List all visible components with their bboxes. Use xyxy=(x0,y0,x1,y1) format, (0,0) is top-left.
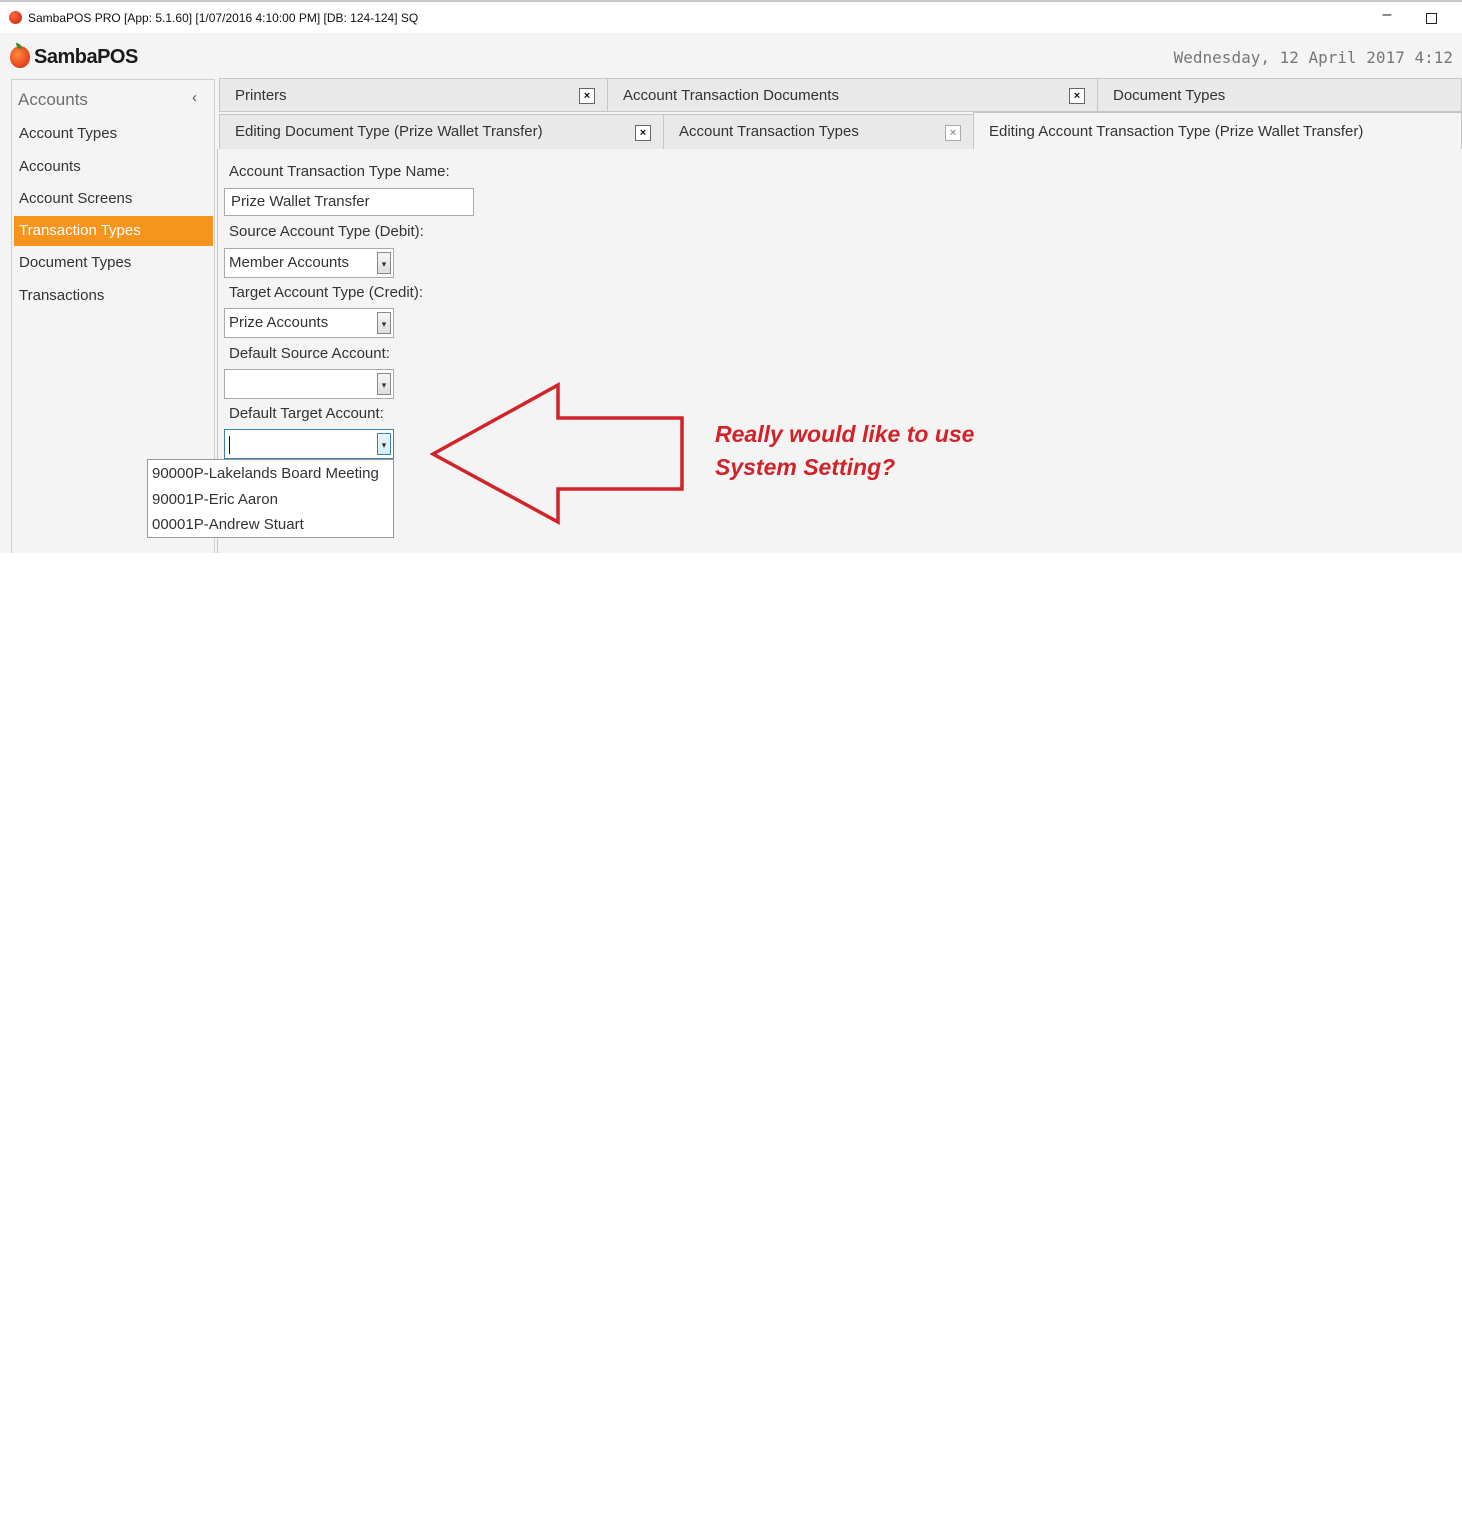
tab-editing-document-type[interactable]: Editing Document Type (Prize Wallet Tran… xyxy=(219,114,664,150)
annotation-line-1: Really would like to use xyxy=(715,421,975,447)
sidebar-item-account-types[interactable]: Account Types xyxy=(14,119,213,149)
selected-value: Prize Accounts xyxy=(229,314,329,331)
tab-label: Printers xyxy=(235,87,287,104)
name-label: Account Transaction Type Name: xyxy=(229,163,450,180)
sidebar-item-account-screens[interactable]: Account Screens xyxy=(14,184,213,214)
close-icon[interactable]: × xyxy=(635,125,651,141)
tab-label: Account Transaction Documents xyxy=(623,87,839,104)
close-icon[interactable]: × xyxy=(579,88,595,104)
chevron-down-icon[interactable]: ▾ xyxy=(377,433,391,455)
default-source-label: Default Source Account: xyxy=(229,345,390,362)
target-type-select[interactable]: Prize Accounts ▾ xyxy=(224,308,394,338)
dropdown-option[interactable]: 90000P-Lakelands Board Meeting xyxy=(152,465,379,482)
annotation-line-2: System Setting? xyxy=(715,454,896,480)
chevron-down-icon[interactable]: ▾ xyxy=(377,373,391,395)
tab-account-transaction-documents[interactable]: Account Transaction Documents × xyxy=(607,78,1098,112)
text-caret xyxy=(229,436,230,454)
tab-document-types[interactable]: Document Types xyxy=(1097,78,1462,112)
collapse-chevron-icon[interactable]: ‹ xyxy=(192,89,197,106)
chevron-down-icon[interactable]: ▾ xyxy=(377,312,391,334)
source-type-label: Source Account Type (Debit): xyxy=(229,223,424,240)
tab-printers[interactable]: Printers × xyxy=(219,78,608,112)
default-target-select[interactable]: ▾ xyxy=(224,429,394,459)
window-title-bar: SambaPOS PRO [App: 5.1.60] [1/07/2016 4:… xyxy=(0,0,1462,33)
close-icon[interactable]: × xyxy=(1069,88,1085,104)
tab-label: Account Transaction Types xyxy=(679,123,859,140)
maximize-button[interactable] xyxy=(1426,13,1437,24)
sidebar-title: Accounts xyxy=(18,90,88,109)
minimize-button[interactable]: – xyxy=(1376,6,1398,28)
dropdown-option[interactable]: 00001P-Andrew Stuart xyxy=(152,516,304,533)
sambapos-logo-icon xyxy=(10,46,30,68)
sidebar-item-transactions[interactable]: Transactions xyxy=(14,281,213,311)
window-title: SambaPOS PRO [App: 5.1.60] [1/07/2016 4:… xyxy=(28,11,419,25)
target-type-label: Target Account Type (Credit): xyxy=(229,284,423,301)
sidebar-item-document-types[interactable]: Document Types xyxy=(14,248,213,278)
tab-account-transaction-types[interactable]: Account Transaction Types × xyxy=(663,114,974,150)
tab-label: Document Types xyxy=(1113,87,1226,104)
chevron-down-icon[interactable]: ▾ xyxy=(377,252,391,274)
tab-label: Editing Account Transaction Type (Prize … xyxy=(989,123,1364,140)
logo-text: SambaPOS xyxy=(34,46,138,68)
sidebar-item-accounts[interactable]: Accounts xyxy=(14,152,213,182)
default-source-select[interactable]: ▾ xyxy=(224,369,394,399)
selected-value: Member Accounts xyxy=(229,254,350,271)
source-type-select[interactable]: Member Accounts ▾ xyxy=(224,248,394,278)
annotation-text: Really would like to use System Setting? xyxy=(715,418,974,484)
clock-display: Wednesday, 12 April 2017 4:12 xyxy=(1173,48,1453,67)
close-icon[interactable]: × xyxy=(945,125,961,141)
annotation-arrow xyxy=(430,382,684,525)
tab-label: Editing Document Type (Prize Wallet Tran… xyxy=(235,123,543,140)
tab-editing-account-transaction-type[interactable]: Editing Account Transaction Type (Prize … xyxy=(973,112,1462,150)
default-target-label: Default Target Account: xyxy=(229,405,384,422)
app-icon xyxy=(9,11,22,24)
dropdown-option[interactable]: 90001P-Eric Aaron xyxy=(152,491,278,508)
default-target-dropdown-list: 90000P-Lakelands Board Meeting 90001P-Er… xyxy=(147,459,394,538)
name-input[interactable]: Prize Wallet Transfer xyxy=(224,188,474,216)
sidebar-item-transaction-types[interactable]: Transaction Types xyxy=(14,216,213,246)
